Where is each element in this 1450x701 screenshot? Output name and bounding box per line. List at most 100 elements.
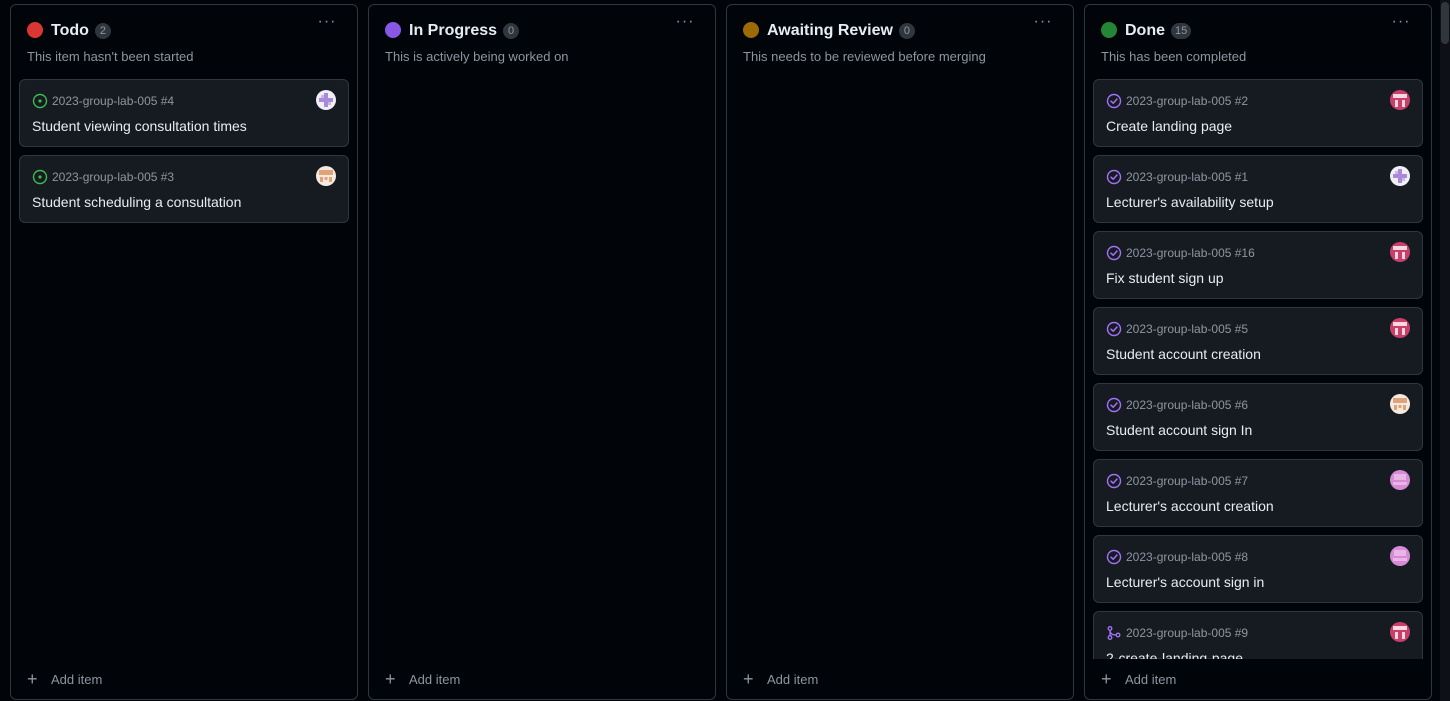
plus-icon: + <box>1101 669 1112 689</box>
column-title-text: Todo <box>51 22 89 39</box>
column-title: In Progress 0 <box>409 21 520 41</box>
issue-title[interactable]: Lecturer's availability setup <box>1106 194 1274 210</box>
status-dot-icon <box>27 22 43 38</box>
issue-reference[interactable]: 2023-group-lab-005 #7 <box>1126 474 1248 488</box>
plus-icon: + <box>743 669 754 689</box>
issue-card[interactable]: 2023-group-lab-005 #5 Student account cre… <box>1093 307 1423 375</box>
count-badge: 15 <box>1171 23 1192 39</box>
open-issue-icon <box>32 169 48 185</box>
issue-title[interactable]: Student scheduling a consultation <box>32 194 241 210</box>
add-item-label: Add item <box>51 672 103 687</box>
issue-card[interactable]: 2023-group-lab-005 #1 Lecturer's availabi… <box>1093 155 1423 223</box>
column-header: Done 15 ··· <box>1101 13 1421 43</box>
column-title: Todo 2 <box>51 21 111 41</box>
column-todo: Todo 2 ··· This item hasn't been started … <box>10 4 358 700</box>
issue-title[interactable]: 2-create-landing-page <box>1106 650 1243 659</box>
assignee-avatar[interactable] <box>1390 470 1410 490</box>
plus-icon: + <box>27 669 38 689</box>
issue-title[interactable]: Student account creation <box>1106 346 1261 362</box>
column-title: Done 15 <box>1125 21 1192 41</box>
assignee-avatar[interactable] <box>1390 318 1410 338</box>
issue-title[interactable]: Student viewing consultation times <box>32 118 247 134</box>
card-list: 2023-group-lab-005 #4 Student viewing con… <box>19 79 349 659</box>
assignee-avatar[interactable] <box>1390 242 1410 262</box>
column-title-text: Awaiting Review <box>767 22 893 39</box>
column-options-button[interactable]: ··· <box>313 13 341 33</box>
scrollbar-thumb[interactable] <box>1441 2 1449 44</box>
issue-card[interactable]: 2023-group-lab-005 #7 Lecturer's account … <box>1093 459 1423 527</box>
issue-reference[interactable]: 2023-group-lab-005 #16 <box>1126 246 1255 260</box>
project-board: Todo 2 ··· This item hasn't been started … <box>0 0 1450 701</box>
assignee-avatar[interactable] <box>1390 546 1410 566</box>
count-badge: 0 <box>503 23 520 39</box>
closed-issue-icon <box>1106 245 1122 261</box>
issue-reference[interactable]: 2023-group-lab-005 #8 <box>1126 550 1248 564</box>
issue-reference[interactable]: 2023-group-lab-005 #5 <box>1126 322 1248 336</box>
column-title-text: Done <box>1125 22 1165 39</box>
add-item-button[interactable]: + Add item <box>27 669 102 689</box>
column-header: In Progress 0 ··· <box>385 13 705 43</box>
column-awaiting-review: Awaiting Review 0 ··· This needs to be re… <box>726 4 1074 700</box>
status-dot-icon <box>385 22 401 38</box>
issue-title[interactable]: Create landing page <box>1106 118 1232 134</box>
column-description: This needs to be reviewed before merging <box>743 49 986 64</box>
issue-title[interactable]: Lecturer's account sign in <box>1106 574 1264 590</box>
plus-icon: + <box>385 669 396 689</box>
column-options-button[interactable]: ··· <box>1387 13 1415 33</box>
add-item-button[interactable]: + Add item <box>743 669 818 689</box>
assignee-avatar[interactable] <box>316 90 336 110</box>
column-header: Todo 2 ··· <box>27 13 347 43</box>
issue-card[interactable]: 2023-group-lab-005 #9 2-create-landing-pa… <box>1093 611 1423 659</box>
open-issue-icon <box>32 93 48 109</box>
issue-reference[interactable]: 2023-group-lab-005 #6 <box>1126 398 1248 412</box>
issue-title[interactable]: Lecturer's account creation <box>1106 498 1274 514</box>
closed-issue-icon <box>1106 473 1122 489</box>
issue-reference[interactable]: 2023-group-lab-005 #9 <box>1126 626 1248 640</box>
column-options-button[interactable]: ··· <box>671 13 699 33</box>
issue-title[interactable]: Fix student sign up <box>1106 270 1224 286</box>
add-item-button[interactable]: + Add item <box>1101 669 1176 689</box>
card-list <box>377 79 707 659</box>
assignee-avatar[interactable] <box>1390 166 1410 186</box>
issue-card[interactable]: 2023-group-lab-005 #3 Student scheduling … <box>19 155 349 223</box>
closed-issue-icon <box>1106 397 1122 413</box>
issue-card[interactable]: 2023-group-lab-005 #4 Student viewing con… <box>19 79 349 147</box>
closed-issue-icon <box>1106 93 1122 109</box>
issue-reference[interactable]: 2023-group-lab-005 #4 <box>52 94 174 108</box>
issue-title[interactable]: Student account sign In <box>1106 422 1252 438</box>
column-description: This has been completed <box>1101 49 1247 64</box>
count-badge: 2 <box>94 23 111 39</box>
merged-pr-icon <box>1106 625 1122 641</box>
add-item-button[interactable]: + Add item <box>385 669 460 689</box>
card-list: 2023-group-lab-005 #2 Create landing page… <box>1093 79 1423 659</box>
status-dot-icon <box>1101 22 1117 38</box>
assignee-avatar[interactable] <box>1390 622 1410 642</box>
issue-card[interactable]: 2023-group-lab-005 #8 Lecturer's account … <box>1093 535 1423 603</box>
issue-reference[interactable]: 2023-group-lab-005 #2 <box>1126 94 1248 108</box>
issue-card[interactable]: 2023-group-lab-005 #6 Student account sig… <box>1093 383 1423 451</box>
closed-issue-icon <box>1106 321 1122 337</box>
column-title: Awaiting Review 0 <box>767 21 915 41</box>
issue-card[interactable]: 2023-group-lab-005 #2 Create landing page <box>1093 79 1423 147</box>
count-badge: 0 <box>898 23 915 39</box>
add-item-label: Add item <box>767 672 819 687</box>
issue-reference[interactable]: 2023-group-lab-005 #3 <box>52 170 174 184</box>
assignee-avatar[interactable] <box>1390 394 1410 414</box>
column-title-text: In Progress <box>409 22 498 39</box>
column-options-button[interactable]: ··· <box>1029 13 1057 33</box>
vertical-scrollbar[interactable] <box>1440 0 1450 701</box>
issue-card[interactable]: 2023-group-lab-005 #16 Fix student sign u… <box>1093 231 1423 299</box>
closed-issue-icon <box>1106 549 1122 565</box>
column-in-progress: In Progress 0 ··· This is actively being … <box>368 4 716 700</box>
column-header: Awaiting Review 0 ··· <box>743 13 1063 43</box>
column-description: This item hasn't been started <box>27 49 194 64</box>
add-item-label: Add item <box>1125 672 1177 687</box>
issue-reference[interactable]: 2023-group-lab-005 #1 <box>1126 170 1248 184</box>
closed-issue-icon <box>1106 169 1122 185</box>
assignee-avatar[interactable] <box>316 166 336 186</box>
status-dot-icon <box>743 22 759 38</box>
column-done: Done 15 ··· This has been completed 2023-… <box>1084 4 1432 700</box>
add-item-label: Add item <box>409 672 461 687</box>
assignee-avatar[interactable] <box>1390 90 1410 110</box>
card-list <box>735 79 1065 659</box>
